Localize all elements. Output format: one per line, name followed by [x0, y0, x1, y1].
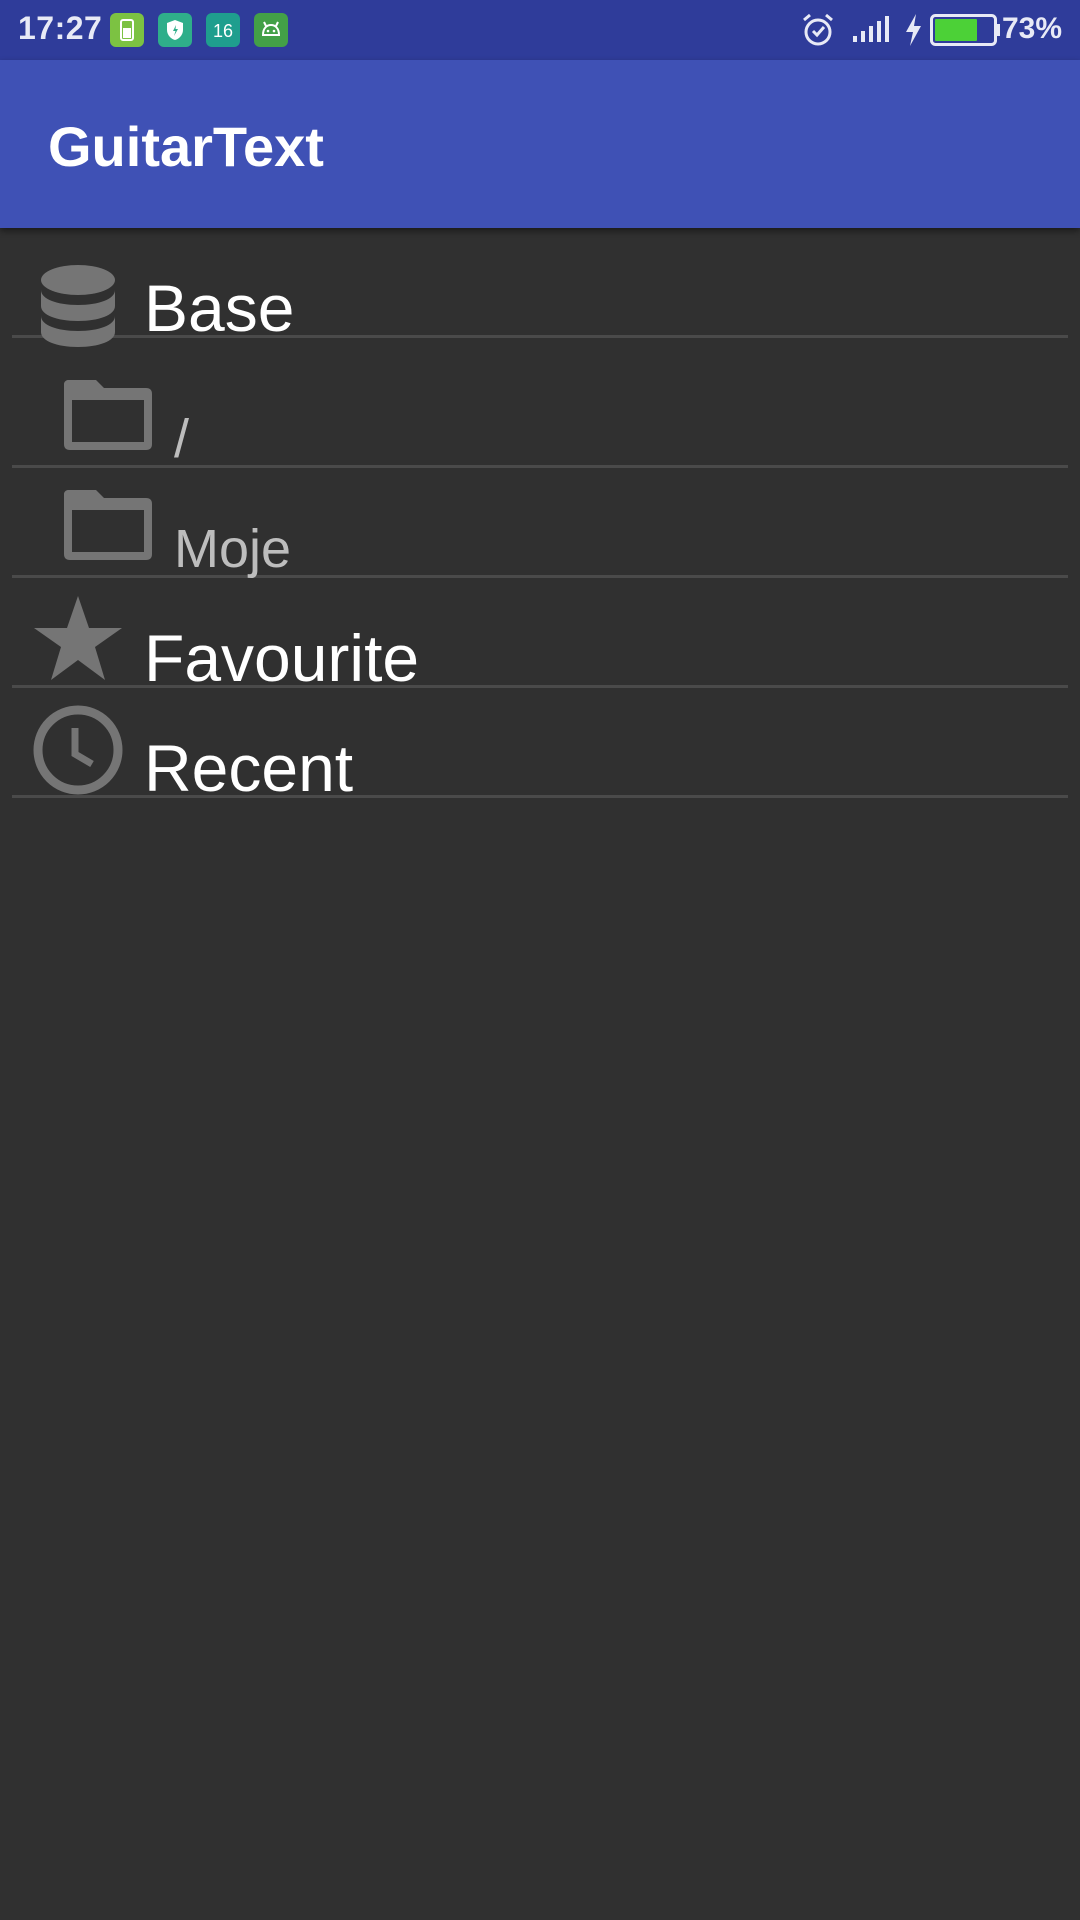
star-icon	[34, 596, 122, 680]
list-item-root-folder[interactable]: /	[12, 358, 1068, 469]
list-item-label: Moje	[174, 519, 292, 579]
database-icon	[41, 265, 115, 347]
svg-text:16: 16	[213, 21, 233, 41]
app-bar: GuitarText	[0, 60, 1080, 228]
calendar-16-icon: 16	[206, 13, 240, 47]
android-icon	[254, 13, 288, 47]
list-item-label: Recent	[144, 731, 354, 805]
alarm-icon	[803, 13, 833, 46]
list-item-favourite[interactable]: Favourite	[12, 578, 1068, 695]
folder-icon	[64, 380, 152, 450]
list-item-label: Base	[144, 271, 295, 345]
clock-icon	[33, 705, 123, 795]
list-item-moje-folder[interactable]: Moje	[12, 468, 1068, 579]
list-item-label: Favourite	[144, 621, 420, 695]
shield-icon	[158, 13, 192, 47]
signal-icon	[853, 16, 889, 42]
folder-icon	[64, 490, 152, 560]
list-item-label: /	[174, 409, 190, 469]
list-item-base[interactable]: Base	[12, 228, 1068, 347]
battery-percentage: 73%	[1001, 12, 1062, 45]
status-bar: 17:27 16 73%	[0, 0, 1080, 60]
list-item-recent[interactable]: Recent	[12, 688, 1068, 805]
battery-saver-icon	[110, 13, 144, 47]
app-title: GuitarText	[48, 115, 324, 178]
charging-icon	[906, 14, 921, 46]
battery-icon	[930, 14, 1000, 46]
status-time: 17:27	[18, 10, 103, 46]
